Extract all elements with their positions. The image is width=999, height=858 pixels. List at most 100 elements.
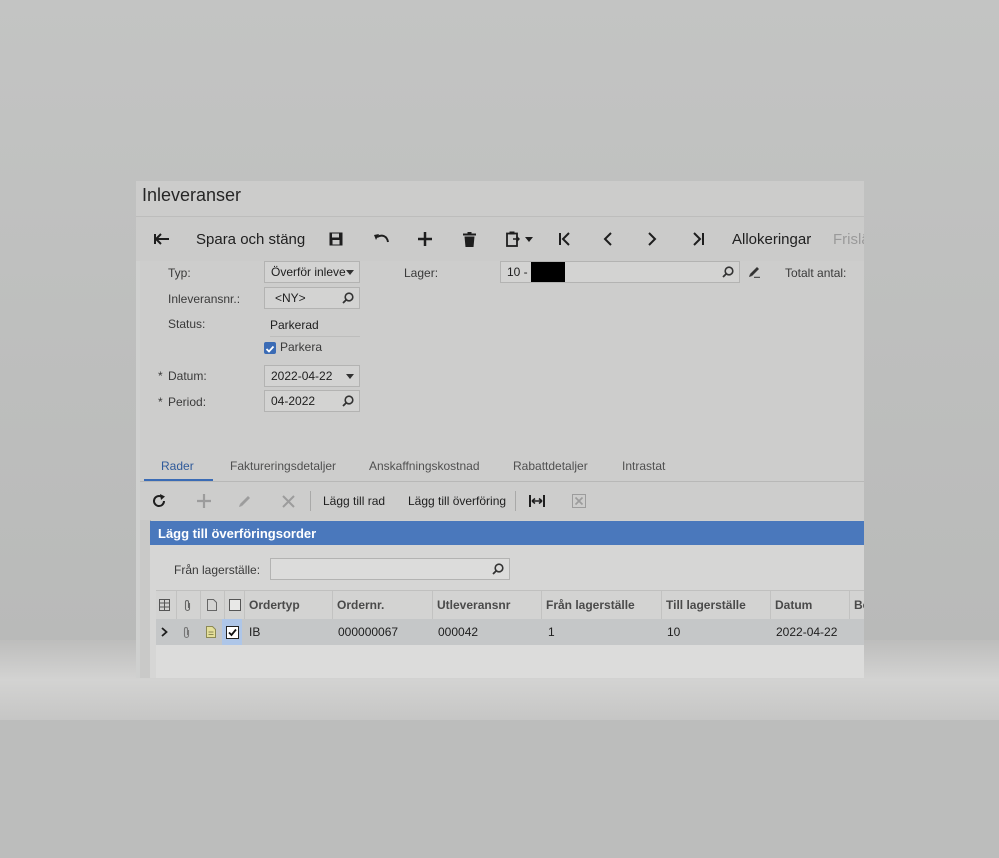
total-quantity-label: Totalt antal:	[785, 266, 847, 280]
attachment-column-header	[176, 591, 200, 619]
table-empty-area	[156, 645, 864, 678]
cell-till-lagerstalle: 10	[667, 625, 681, 639]
save-icon	[329, 232, 343, 246]
previous-record-button[interactable]	[597, 217, 619, 261]
release-button[interactable]: Frislä	[833, 217, 864, 261]
from-warehouse-input[interactable]	[270, 558, 510, 580]
fit-width-icon	[529, 495, 545, 507]
column-settings-button[interactable]	[156, 591, 176, 619]
period-label: Period:	[168, 395, 207, 409]
undo-button[interactable]	[370, 217, 392, 261]
table-row[interactable]: IB 000000067 000042 1 10 2022-04-22	[156, 619, 864, 645]
checkbox-box	[225, 625, 239, 639]
period-input[interactable]: 04-2022	[264, 390, 360, 412]
caret-down-icon	[524, 236, 533, 242]
column-header-till-lagerstalle[interactable]: Till lagerställe	[661, 591, 770, 619]
checkbox-box	[229, 599, 241, 611]
receipt-number-input[interactable]: <NY>	[264, 287, 360, 309]
from-warehouse-label: Från lagerställe:	[174, 563, 261, 577]
clipboard-dropdown-button[interactable]	[502, 217, 536, 261]
warehouse-input[interactable]: 10 -	[500, 261, 740, 283]
type-label: Typ:	[168, 266, 191, 280]
last-icon	[693, 232, 704, 246]
back-button[interactable]	[150, 217, 174, 261]
first-record-button[interactable]	[554, 217, 576, 261]
tab-anskaffningskostnad[interactable]: Anskaffningskostnad	[369, 459, 480, 473]
refresh-icon	[153, 494, 166, 507]
row-attachment-button[interactable]	[182, 619, 191, 645]
date-picker[interactable]: 2022-04-22	[264, 365, 360, 387]
tab-faktureringsdetaljer[interactable]: Faktureringsdetaljer	[230, 459, 336, 473]
app-window: Inleveranser Spara och stäng Allokeringa…	[136, 181, 864, 678]
table-header: Ordertyp Ordernr. Utleveransnr Från lage…	[156, 590, 864, 620]
select-all-checkbox[interactable]	[224, 591, 244, 619]
column-header-datum[interactable]: Datum	[770, 591, 849, 619]
dialog-body: Från lagerställe: Ordertyp Ordernr. Utle…	[150, 545, 864, 678]
caret-down-icon	[346, 374, 354, 379]
add-transfer-button[interactable]: Lägg till överföring	[408, 482, 506, 520]
cell-ordertyp: IB	[249, 625, 261, 639]
type-value: Överför inleve	[271, 265, 346, 279]
cell-fran-lagerstalle: 1	[548, 625, 555, 639]
allocations-button[interactable]: Allokeringar	[732, 217, 822, 261]
cell-datum: 2022-04-22	[776, 625, 838, 639]
last-record-button[interactable]	[687, 217, 709, 261]
row-expand-button[interactable]	[161, 619, 168, 645]
next-record-button[interactable]	[641, 217, 663, 261]
column-header-utleveransnr[interactable]: Utleveransnr	[432, 591, 541, 619]
park-checkbox[interactable]	[264, 342, 276, 354]
column-header-ordertyp[interactable]: Ordertyp	[244, 591, 332, 619]
pencil-icon	[239, 496, 250, 507]
add-row-icon-button[interactable]	[197, 482, 211, 520]
note-icon	[206, 626, 216, 638]
warehouse-label: Lager:	[404, 266, 439, 280]
grid-toolbar: Lägg till rad Lägg till överföring	[140, 482, 864, 520]
receipt-number-value: <NY>	[275, 291, 306, 305]
date-required-mark: *	[158, 369, 163, 383]
excel-icon	[572, 494, 586, 508]
first-icon	[559, 232, 570, 246]
chevron-right-icon	[648, 232, 657, 246]
refresh-button[interactable]	[152, 482, 166, 520]
delete-button[interactable]	[458, 217, 480, 261]
row-note-button[interactable]	[206, 619, 216, 645]
row-select-checkbox[interactable]	[222, 619, 242, 645]
tab-intrastat[interactable]: Intrastat	[622, 459, 665, 473]
plus-icon	[418, 232, 432, 246]
export-excel-button[interactable]	[572, 482, 586, 520]
search-icon	[342, 292, 354, 304]
redacted-block	[530, 262, 565, 282]
status-label: Status:	[168, 317, 206, 331]
edit-warehouse-button[interactable]	[748, 265, 761, 283]
checkmark-icon	[227, 628, 237, 636]
save-and-close-button[interactable]: Spara och stäng	[196, 217, 316, 261]
edit-row-button[interactable]	[238, 482, 252, 520]
active-tab-indicator	[144, 479, 213, 481]
plus-icon	[197, 494, 211, 508]
add-button[interactable]	[414, 217, 436, 261]
caret-down-icon	[346, 270, 354, 275]
delete-row-button[interactable]	[282, 482, 295, 520]
document-icon	[207, 599, 217, 611]
page-title: Inleveranser	[142, 185, 242, 205]
tab-rader[interactable]: Rader	[161, 459, 194, 473]
checkmark-icon	[265, 345, 275, 353]
status-value: Parkerad	[270, 318, 360, 337]
fit-columns-button[interactable]	[529, 482, 545, 520]
add-row-button[interactable]: Lägg till rad	[323, 482, 385, 520]
tab-rabattdetaljer[interactable]: Rabattdetaljer	[513, 459, 588, 473]
search-icon	[492, 563, 504, 575]
park-label: Parkera	[280, 340, 323, 354]
header-form: Typ: Överför inleve Inleveransnr.: <NY> …	[140, 261, 864, 451]
search-icon	[722, 266, 734, 278]
type-select[interactable]: Överför inleve	[264, 261, 360, 283]
column-header-be[interactable]: Be	[849, 591, 864, 619]
toolbar-separator	[310, 491, 311, 511]
save-button[interactable]	[325, 217, 347, 261]
add-transfer-order-dialog: Lägg till överföringsorder Från lagerstä…	[150, 521, 864, 678]
note-column-header	[200, 591, 224, 619]
column-header-fran-lagerstalle[interactable]: Från lagerställe	[541, 591, 661, 619]
period-required-mark: *	[158, 395, 163, 409]
column-header-ordernr[interactable]: Ordernr.	[332, 591, 432, 619]
search-icon	[342, 395, 354, 407]
